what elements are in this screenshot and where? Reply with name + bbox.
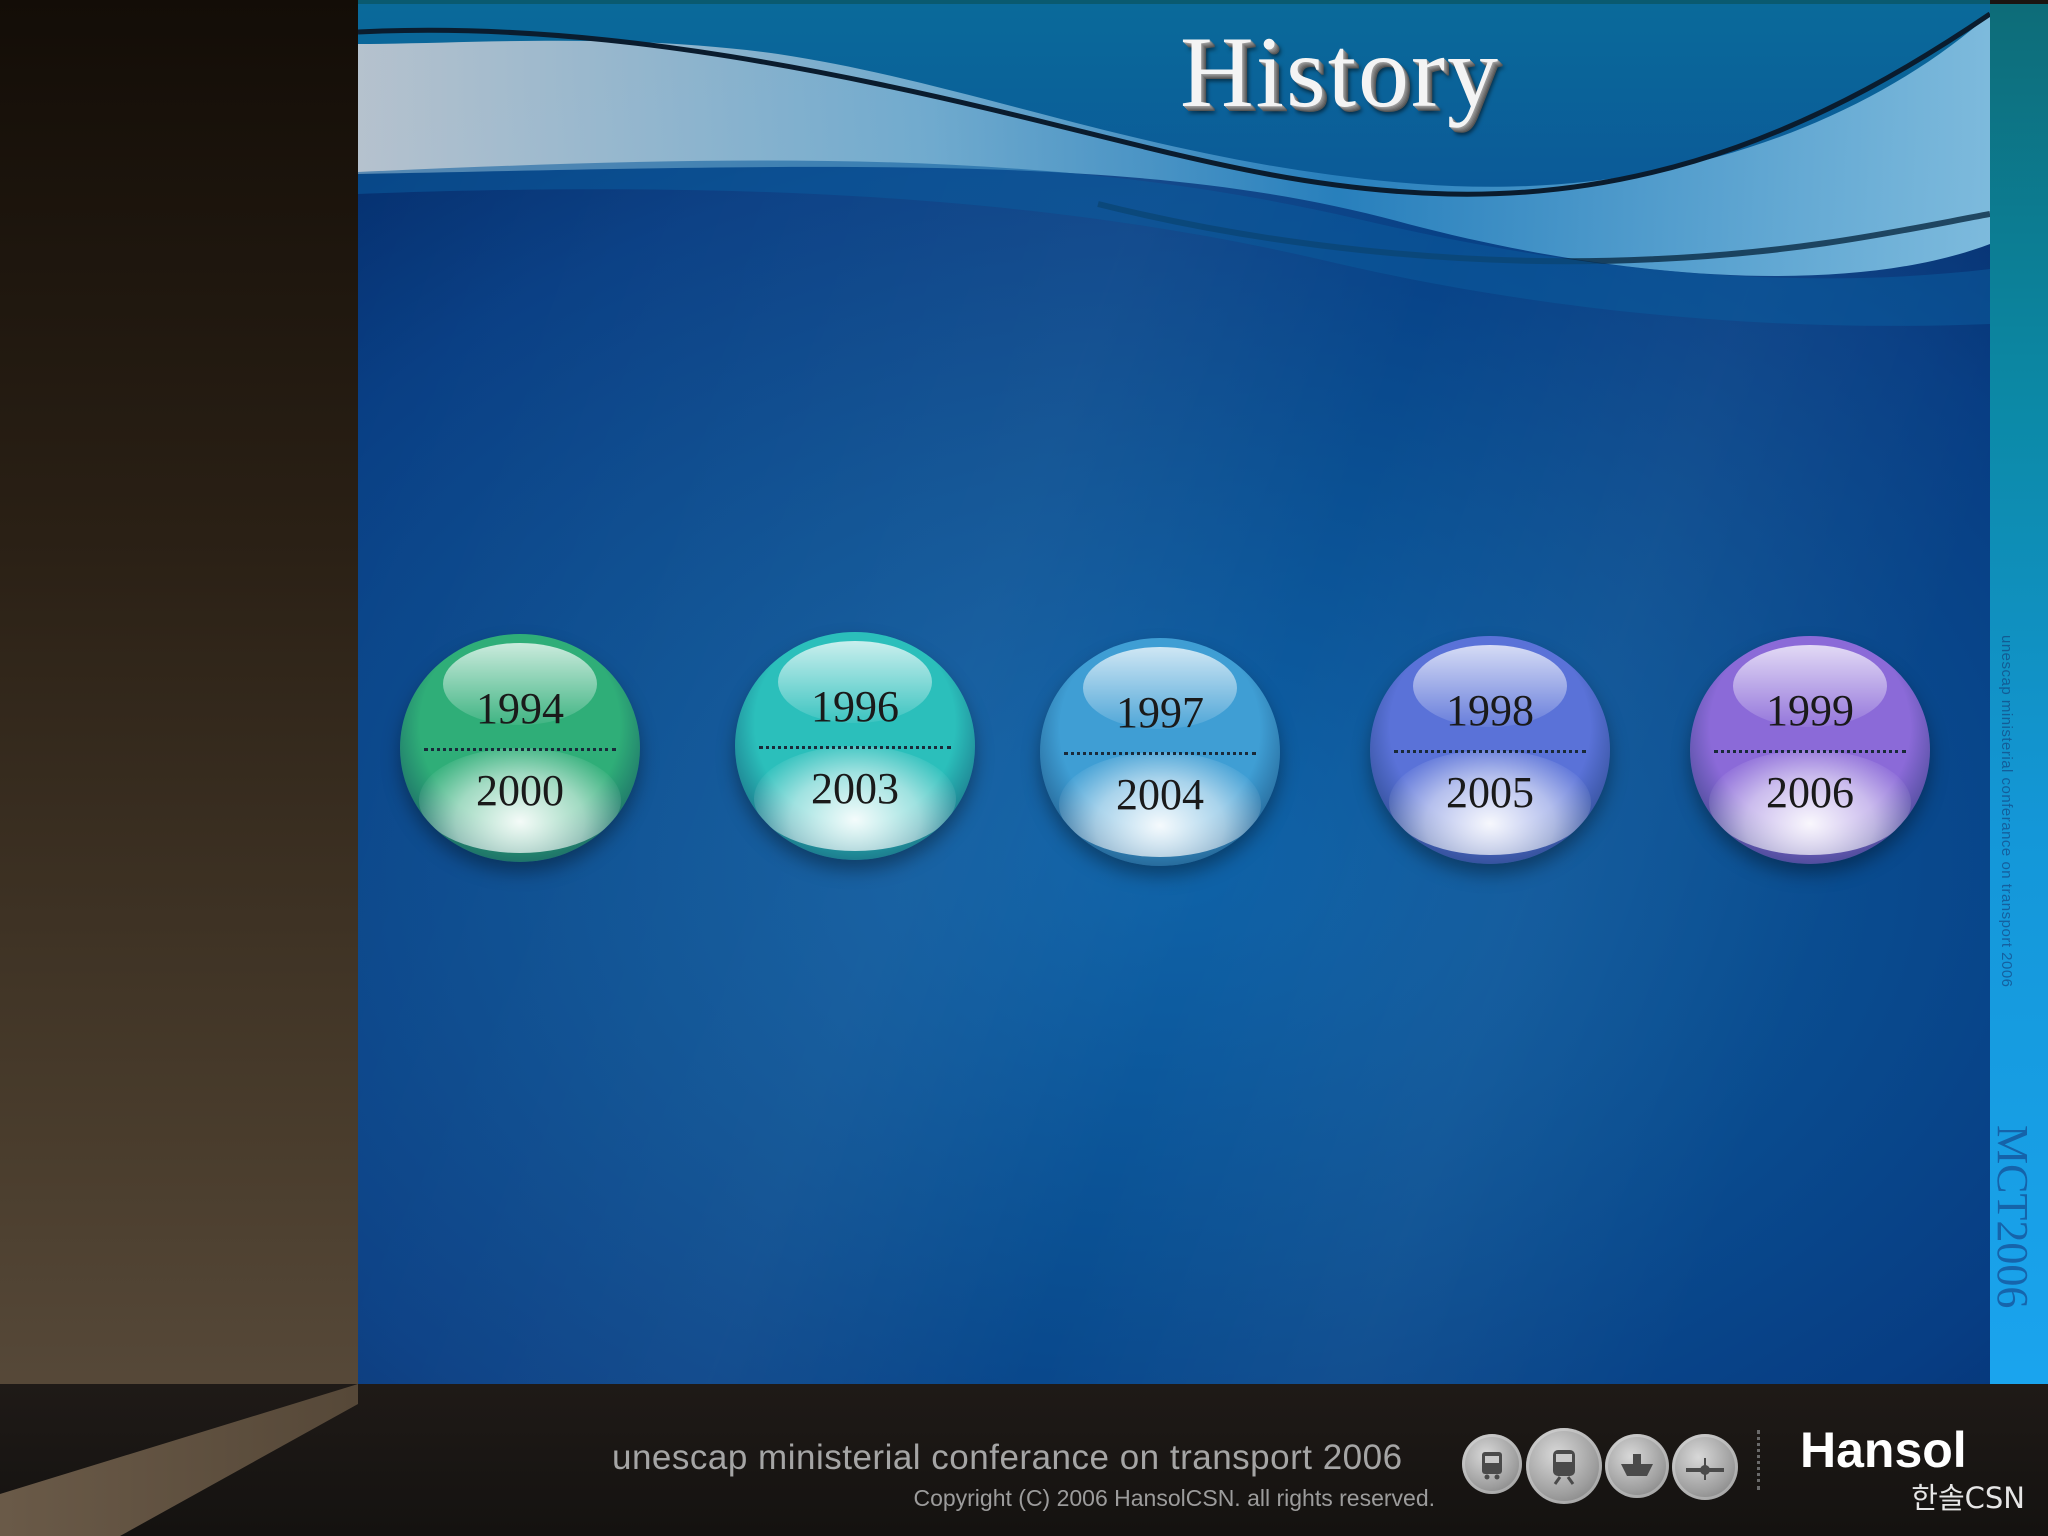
footer-event-name: unescap ministerial conferance on transp… [612, 1438, 1403, 1477]
timeline-orb: 1998 2005 [1370, 636, 1610, 864]
timeline-orb: 1996 2003 [735, 632, 975, 860]
footer-divider [1757, 1430, 1764, 1490]
bus-icon [1462, 1434, 1522, 1494]
orb-end-year: 2005 [1446, 768, 1534, 818]
vertical-caption: unescap ministerial conferance on transp… [1998, 635, 2015, 988]
vertical-mark: MCT2006 [1988, 1125, 2037, 1309]
orb-start-year: 1999 [1766, 686, 1854, 736]
timeline-orb: 1999 2006 [1690, 636, 1930, 864]
orb-start-year: 1996 [811, 682, 899, 732]
orb-divider [1064, 752, 1256, 755]
orb-divider [1394, 750, 1586, 753]
orb-divider [1714, 750, 1906, 753]
timeline-orb: 1997 2004 [1040, 638, 1280, 866]
orb-start-year: 1994 [476, 684, 564, 734]
train-icon [1526, 1428, 1602, 1504]
orb-start-year: 1997 [1116, 688, 1204, 738]
brand-logo: Hansol [1800, 1422, 1967, 1478]
ship-icon [1605, 1434, 1669, 1498]
orb-divider [424, 748, 616, 751]
orb-start-year: 1998 [1446, 686, 1534, 736]
orb-end-year: 2000 [476, 766, 564, 816]
footer-copyright: Copyright (C) 2006 HansolCSN. all rights… [913, 1485, 1435, 1511]
plane-icon [1672, 1434, 1738, 1500]
orb-divider [759, 746, 951, 749]
top-edge [358, 0, 1990, 4]
orb-end-year: 2006 [1766, 768, 1854, 818]
slide-title: History [1180, 16, 1500, 129]
orb-end-year: 2004 [1116, 770, 1204, 820]
brand-subtitle: 한솔CSN [1911, 1481, 2025, 1515]
timeline-orb: 1994 2000 [400, 634, 640, 862]
orb-end-year: 2003 [811, 764, 899, 814]
left-panel [0, 0, 358, 1536]
